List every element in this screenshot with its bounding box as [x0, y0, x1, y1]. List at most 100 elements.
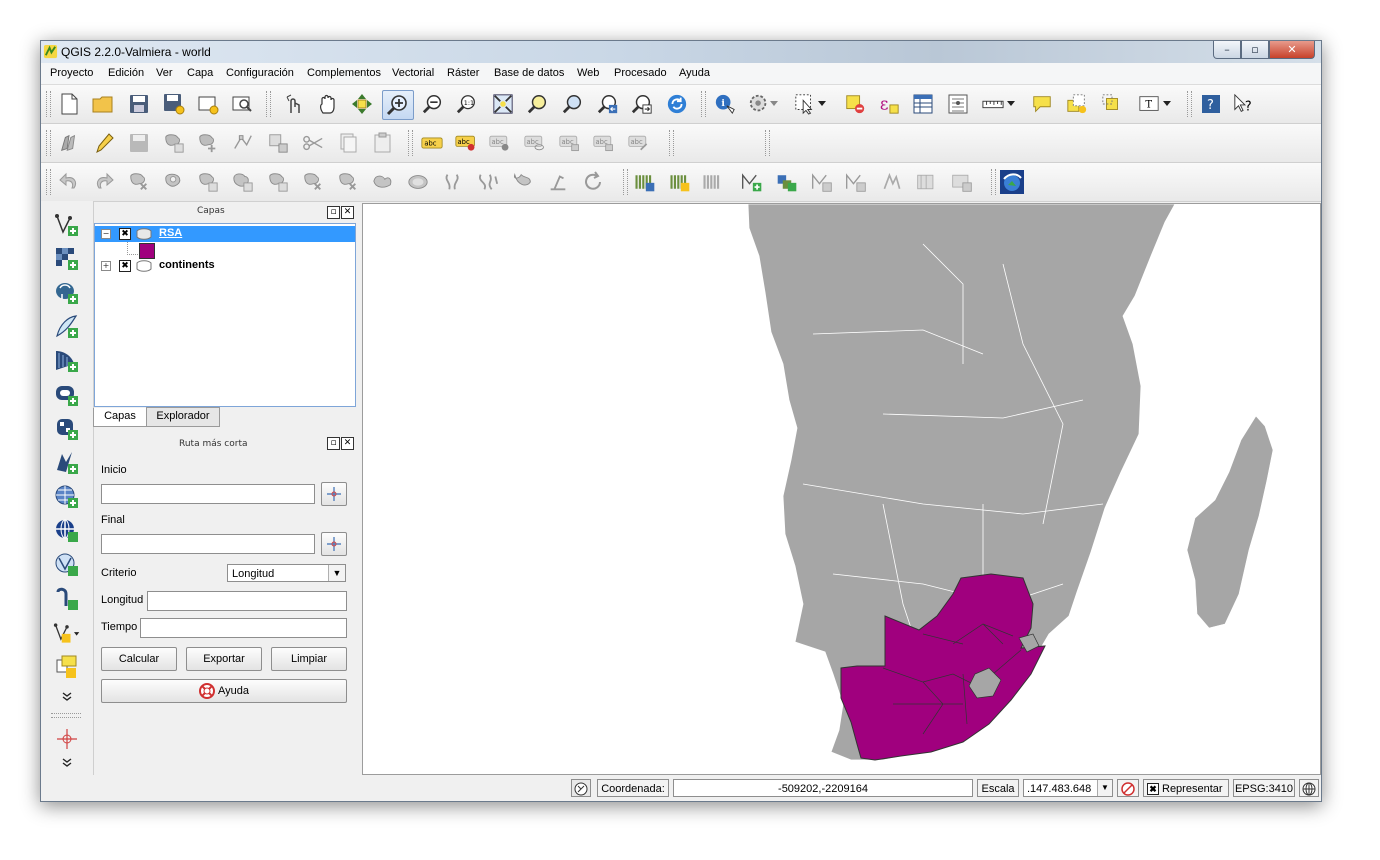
field-calculator-icon[interactable]: ε	[878, 93, 900, 115]
scale-combo[interactable]: .147.483.648 ▼	[1023, 779, 1113, 797]
coordinate-field[interactable]: -509202,-2209164	[673, 779, 973, 797]
toolbar-handle[interactable]	[1187, 91, 1192, 117]
end-point-input[interactable]	[101, 534, 315, 554]
menu-ayuda[interactable]: Ayuda	[679, 67, 710, 79]
toolbar-handle[interactable]	[669, 130, 674, 156]
chevron-down-icon[interactable]	[1005, 93, 1017, 115]
change-label-properties-icon[interactable]: abc	[628, 132, 650, 154]
help-button[interactable]: Ayuda	[101, 679, 347, 703]
move-feature-icon[interactable]	[197, 132, 219, 154]
legend-symbol[interactable]	[139, 243, 155, 259]
criterion-select[interactable]: Longitud ▼	[227, 564, 346, 582]
current-edits-icon[interactable]	[58, 132, 80, 154]
title-bar[interactable]: QGIS 2.2.0-Valmiera - world – ▫ ✕	[41, 41, 1321, 63]
split-features-icon[interactable]	[407, 171, 429, 193]
menu-vectorial[interactable]: Vectorial	[392, 67, 434, 79]
add-vector-layer-icon[interactable]	[53, 211, 81, 239]
simplify-feature-icon[interactable]	[128, 171, 150, 193]
pick-end-point-button[interactable]	[321, 532, 347, 556]
pan-icon[interactable]	[317, 93, 339, 115]
open-project-icon[interactable]	[92, 93, 114, 115]
layer-visibility-checkbox[interactable]: ✖	[119, 260, 131, 272]
show-bookmarks-icon[interactable]	[1101, 93, 1123, 115]
show-hide-labels-icon[interactable]: abc	[489, 132, 511, 154]
select-icon[interactable]	[794, 93, 816, 115]
add-part-icon[interactable]	[197, 171, 219, 193]
zoom-last-icon[interactable]	[597, 93, 619, 115]
copy-features-icon[interactable]	[337, 132, 359, 154]
close-panel-button[interactable]: ✕	[341, 437, 354, 450]
delete-selected-icon[interactable]	[267, 132, 289, 154]
rotate-feature-icon[interactable]	[582, 171, 604, 193]
openlayers-icon[interactable]	[951, 171, 973, 193]
zoom-to-selection-icon[interactable]	[527, 93, 549, 115]
delete-ring-icon[interactable]	[267, 171, 289, 193]
undo-icon[interactable]	[58, 171, 80, 193]
deselect-icon[interactable]	[844, 93, 866, 115]
crs-globe-icon[interactable]	[1299, 779, 1319, 797]
more-tools-icon[interactable]	[53, 689, 81, 705]
calculate-button[interactable]: Calcular	[101, 647, 177, 671]
collapse-toggle[interactable]: −	[101, 229, 111, 239]
raster-histogram-icon[interactable]	[634, 171, 656, 193]
coordinate-capture-icon[interactable]	[53, 725, 81, 753]
split-parts-icon[interactable]	[442, 171, 464, 193]
layer-item-rsa[interactable]: − ✖ RSA	[95, 226, 355, 242]
toolbar-handle[interactable]	[46, 130, 51, 156]
offset-curve-icon[interactable]	[372, 171, 394, 193]
paste-features-icon[interactable]	[372, 132, 394, 154]
add-wkt-layer-icon[interactable]	[53, 585, 81, 613]
help-icon[interactable]: ?	[1200, 93, 1222, 115]
save-edits-icon[interactable]	[128, 132, 150, 154]
add-feature-icon[interactable]	[163, 132, 185, 154]
float-panel-button[interactable]: ▫	[327, 206, 340, 219]
tab-capas[interactable]: Capas	[93, 408, 147, 427]
chevron-down-icon[interactable]: ▼	[328, 565, 345, 581]
close-button[interactable]: ✕	[1269, 41, 1315, 59]
toolbar-handle[interactable]	[51, 713, 81, 718]
menu-procesado[interactable]: Procesado	[614, 67, 667, 79]
pick-start-point-button[interactable]	[321, 482, 347, 506]
add-wms-layer-icon[interactable]	[53, 415, 81, 443]
identify-icon[interactable]: i	[714, 93, 736, 115]
toolbar-handle[interactable]	[765, 130, 770, 156]
menu-edicion[interactable]: Edición	[108, 67, 144, 79]
add-virtual-layer-icon[interactable]	[53, 551, 81, 579]
new-print-composer-icon[interactable]	[197, 93, 219, 115]
add-wfs-layer-icon[interactable]	[53, 483, 81, 511]
vector-new-icon[interactable]	[741, 171, 763, 193]
chevron-down-icon[interactable]	[1161, 93, 1173, 115]
redo-icon[interactable]	[93, 171, 115, 193]
google-earth-icon[interactable]	[999, 169, 1025, 195]
raster-increase-icon[interactable]	[702, 171, 724, 193]
more-tools-icon-2[interactable]	[53, 755, 81, 771]
pan-to-selection-icon[interactable]	[351, 93, 373, 115]
zoom-full-icon[interactable]	[492, 93, 514, 115]
add-spatialite-layer-icon[interactable]	[53, 313, 81, 341]
label-icon[interactable]: abc	[421, 132, 443, 154]
menu-ver[interactable]: Ver	[156, 67, 173, 79]
node-tool-icon[interactable]	[232, 132, 254, 154]
tab-explorador[interactable]: Explorador	[146, 407, 220, 427]
attribute-table-icon[interactable]	[912, 93, 934, 115]
layers-tree[interactable]: − ✖ RSA + ✖ continents	[94, 223, 356, 407]
menu-configuracion[interactable]: Configuración	[226, 67, 294, 79]
map-tips-icon[interactable]	[1031, 93, 1053, 115]
layer-visibility-checkbox[interactable]: ✖	[119, 228, 131, 240]
save-project-icon[interactable]	[128, 93, 150, 115]
menu-base-de-datos[interactable]: Base de datos	[494, 67, 564, 79]
message-icon[interactable]	[571, 779, 591, 797]
layer-item-continents[interactable]: + ✖ continents	[95, 258, 355, 274]
time-output[interactable]	[140, 618, 347, 638]
toolbar-handle[interactable]	[46, 169, 51, 195]
new-project-icon[interactable]	[58, 93, 80, 115]
new-bookmark-icon[interactable]	[1066, 93, 1088, 115]
menu-raster[interactable]: Ráster	[447, 67, 479, 79]
action-icon[interactable]	[748, 93, 770, 115]
map-view[interactable]	[363, 204, 1320, 774]
crs-button[interactable]: EPSG:3410	[1233, 779, 1295, 797]
refresh-icon[interactable]	[666, 93, 688, 115]
minimize-button[interactable]: –	[1213, 41, 1241, 59]
menu-complementos[interactable]: Complementos	[307, 67, 381, 79]
stop-render-icon[interactable]	[1117, 779, 1139, 797]
